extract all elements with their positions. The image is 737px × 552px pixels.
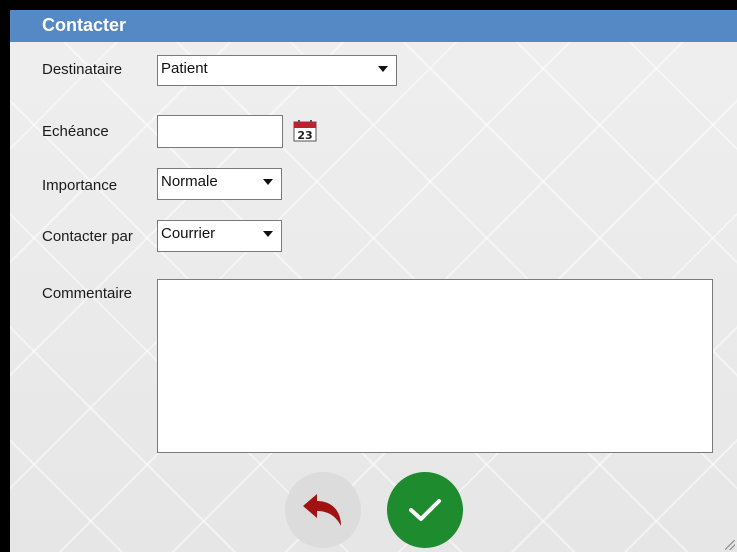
importance-select[interactable]: Normale — [157, 168, 282, 200]
calendar-day: 23 — [297, 129, 312, 142]
checkmark-icon — [409, 499, 441, 521]
chevron-down-icon — [378, 66, 388, 72]
confirm-button[interactable] — [387, 472, 463, 548]
resize-grip[interactable] — [725, 540, 735, 550]
importance-value: Normale — [161, 173, 218, 190]
echeance-input[interactable] — [157, 115, 283, 148]
contacter-par-value: Courrier — [161, 225, 216, 242]
destinataire-value: Patient — [161, 60, 208, 77]
dialog-titlebar: Contacter — [10, 10, 737, 42]
calendar-icon[interactable]: 23 — [293, 120, 317, 142]
contact-dialog: Contacter Destinataire Patient Echéance … — [10, 10, 737, 552]
importance-label: Importance — [42, 177, 118, 194]
undo-arrow-icon — [303, 494, 341, 526]
commentaire-label: Commentaire — [42, 285, 133, 302]
chevron-down-icon — [263, 179, 273, 185]
dialog-title: Contacter — [42, 15, 127, 35]
destinataire-label: Destinataire — [42, 61, 123, 78]
back-button[interactable] — [285, 472, 361, 548]
chevron-down-icon — [263, 231, 273, 237]
contacter-par-select[interactable]: Courrier — [157, 220, 282, 252]
commentaire-textarea[interactable] — [157, 279, 713, 453]
echeance-label: Echéance — [42, 123, 109, 140]
destinataire-select[interactable]: Patient — [157, 55, 397, 86]
contacter-par-label: Contacter par — [42, 228, 133, 245]
